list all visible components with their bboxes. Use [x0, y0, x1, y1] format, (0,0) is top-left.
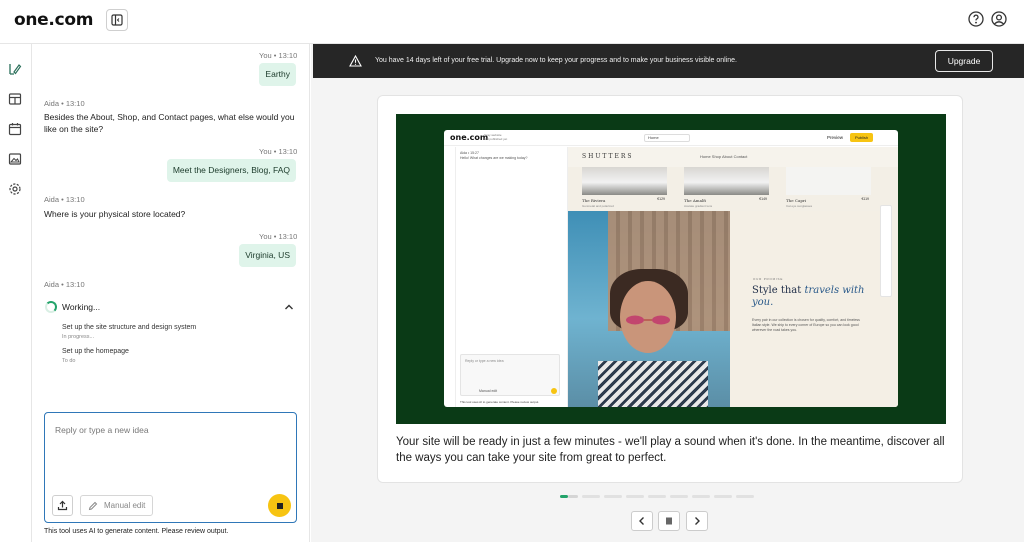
mock-chat: Aida • 15:27 Hello! What changes are we m… — [456, 147, 568, 407]
logo: one.com — [14, 10, 94, 30]
mock-hero-photo — [568, 211, 730, 407]
working-status[interactable]: Working... — [44, 299, 299, 315]
carousel-dot[interactable] — [648, 495, 666, 498]
shop-icon[interactable] — [8, 92, 22, 106]
carousel-dot[interactable] — [692, 495, 710, 498]
stop-icon — [276, 502, 283, 509]
message-meta: You • 13:10 — [259, 51, 298, 60]
mock-body: Every pair in our collection is chosen f… — [752, 318, 860, 332]
upload-icon — [57, 500, 68, 511]
trial-banner: You have 14 days left of your free trial… — [313, 44, 1024, 78]
spinner-icon — [45, 301, 57, 313]
carousel-dot[interactable] — [582, 495, 600, 498]
trial-message: You have 14 days left of your free trial… — [375, 57, 738, 64]
mock-placeholder: Reply or type a new idea — [465, 359, 504, 363]
mock-brand: SHUTTERS — [582, 153, 634, 160]
mock-publish: Publish — [850, 133, 873, 142]
mock-ai-message: Aida • 15:27 Hello! What changes are we m… — [460, 151, 528, 160]
warning-icon — [349, 55, 362, 67]
image-icon[interactable] — [8, 152, 22, 166]
working-label: Working... — [62, 302, 101, 312]
site-preview: one.com Gray website Not published yet Ho… — [396, 114, 946, 424]
mock-disclaimer: This tool uses AI to generate content. P… — [460, 400, 540, 404]
mock-site-canvas: SHUTTERS Home Shop About Contact The Riv… — [568, 147, 898, 407]
user-message: Virginia, US — [239, 244, 296, 267]
carousel-dot[interactable] — [670, 495, 688, 498]
message-meta: Aida • 13:10 — [44, 99, 85, 108]
upload-button[interactable] — [52, 495, 73, 516]
card-description: Your site will be ready in just a few mi… — [396, 436, 945, 464]
chat-panel: You • 13:10 Earthy Aida • 13:10 Besides … — [33, 44, 310, 542]
settings-icon[interactable] — [8, 182, 22, 196]
onboarding-card: one.com Gray website Not published yet Ho… — [377, 95, 963, 483]
upgrade-button[interactable]: Upgrade — [935, 50, 993, 72]
chat-composer: Manual edit — [44, 412, 297, 523]
mock-site-name: Gray website Not published yet — [484, 133, 508, 141]
manual-edit-button[interactable]: Manual edit — [80, 495, 153, 516]
mock-toolbar — [880, 205, 892, 297]
message-meta: Aida • 13:10 — [44, 195, 85, 204]
pencil-icon — [88, 501, 98, 510]
mock-kicker: OUR PROMISE — [753, 277, 784, 281]
user-message: Meet the Designers, Blog, FAQ — [166, 159, 296, 182]
mock-composer: Reply or type a new idea Manual edit — [460, 354, 560, 396]
calendar-icon[interactable] — [8, 122, 22, 136]
help-icon[interactable] — [968, 11, 984, 27]
mock-links: Home Shop About Contact — [700, 154, 748, 159]
step-status: In progress... — [62, 334, 95, 340]
assistant-message: Where is your physical store located? — [44, 209, 186, 219]
chevron-left-icon — [639, 517, 644, 525]
sidebar-toggle-icon — [111, 14, 123, 26]
step-title: Set up the site structure and design sys… — [62, 324, 197, 331]
manual-edit-label: Manual edit — [104, 501, 146, 510]
stop-button[interactable] — [268, 494, 291, 517]
main-area: You have 14 days left of your free trial… — [311, 44, 1024, 542]
mock-manual-edit: Manual edit — [479, 389, 498, 393]
carousel-dot[interactable] — [604, 495, 622, 498]
carousel-pause-button[interactable] — [658, 511, 680, 531]
step-title: Set up the homepage — [62, 348, 129, 355]
edit-flow-icon[interactable] — [8, 62, 22, 76]
carousel-dot[interactable] — [568, 495, 578, 498]
icon-rail — [0, 44, 32, 542]
chevron-up-icon[interactable] — [284, 302, 294, 312]
chevron-right-icon — [695, 517, 700, 525]
mock-product: The Riviera Gunmetal and polarized €129 — [582, 167, 667, 208]
pause-icon — [666, 517, 672, 525]
builder-mockup: one.com Gray website Not published yet Ho… — [444, 130, 898, 407]
carousel-dot[interactable] — [560, 495, 568, 498]
message-meta: You • 13:10 — [259, 232, 298, 241]
account-icon[interactable] — [991, 11, 1007, 27]
carousel-dot[interactable] — [626, 495, 644, 498]
sidebar-toggle-button[interactable] — [106, 9, 128, 31]
mock-stop-dot — [551, 388, 557, 394]
top-header: one.com — [0, 0, 1024, 44]
chat-input[interactable] — [55, 425, 285, 435]
mock-product: The Capri Cat eye sunglasses €119 — [786, 167, 871, 208]
mock-preview: Preview — [827, 135, 844, 140]
mock-rail — [444, 147, 456, 407]
carousel-indicator — [560, 495, 754, 498]
carousel-prev-button[interactable] — [631, 511, 653, 531]
carousel-dot[interactable] — [714, 495, 732, 498]
user-message: Earthy — [259, 63, 296, 86]
mock-page-select: Home — [644, 134, 690, 142]
message-meta: You • 13:10 — [259, 147, 298, 156]
mock-promise-section: OUR PROMISE Style that travels with you.… — [730, 211, 890, 407]
ai-disclaimer: This tool uses AI to generate content. P… — [44, 528, 229, 535]
carousel-dot[interactable] — [736, 495, 754, 498]
message-meta: Aida • 13:10 — [44, 280, 85, 289]
assistant-message: Besides the About, Shop, and Contact pag… — [44, 112, 295, 134]
mock-logo: one.com — [450, 133, 489, 142]
mock-site-nav: SHUTTERS Home Shop About Contact — [568, 147, 898, 167]
mock-topbar: one.com Gray website Not published yet Ho… — [444, 130, 898, 146]
mock-product: The Amalfi Acetate gradient lens €149 — [684, 167, 769, 208]
step-status: To do — [62, 358, 76, 364]
carousel-next-button[interactable] — [686, 511, 708, 531]
mock-headline: Style that travels with you. — [752, 285, 865, 308]
